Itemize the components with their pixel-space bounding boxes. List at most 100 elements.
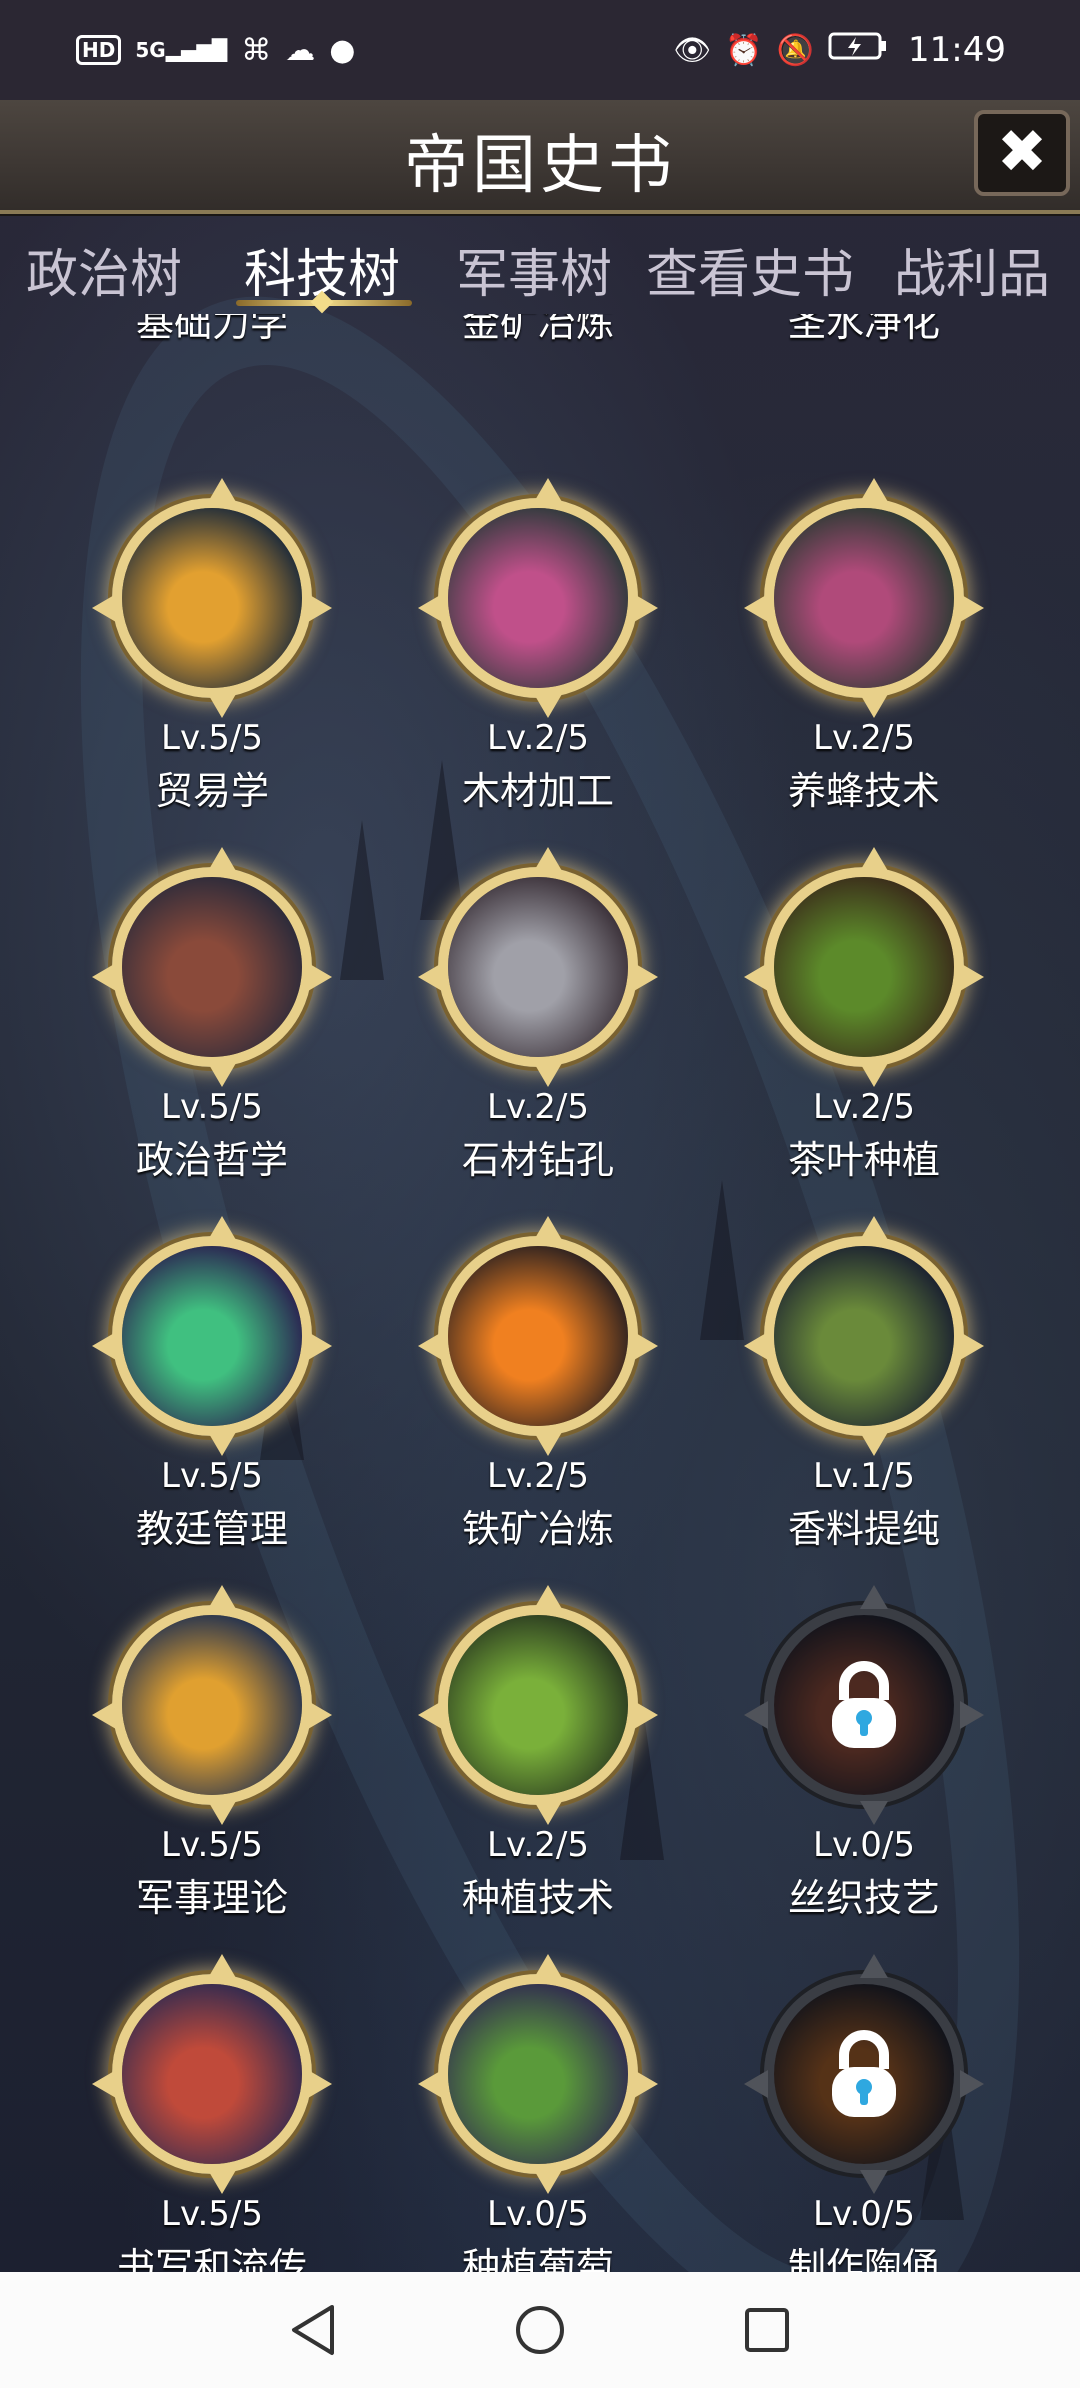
tech-name: 基础力学 xyxy=(135,314,288,345)
tech-artwork xyxy=(122,1984,302,2164)
tech-level: Lv.5/5 xyxy=(161,2194,263,2234)
tech-name: 书写和流传 xyxy=(116,2245,307,2272)
tech-medal[interactable] xyxy=(418,478,658,718)
tech-artwork xyxy=(448,508,628,688)
tech-node[interactable]: Lv.0/5 种植葡萄 xyxy=(418,1954,658,2272)
alarm-icon: ⏰ xyxy=(725,32,763,68)
tech-name: 木材加工 xyxy=(461,769,614,813)
tech-name: 贸易学 xyxy=(154,769,269,813)
tech-node[interactable]: Lv.2/5 养蜂技术 xyxy=(744,478,984,868)
tech-grid: Lv.5/5基础力学Lv.2/5金矿冶炼Lv.2/5圣水净化Lv.5/5贸易学L… xyxy=(0,314,1080,2272)
tech-medal[interactable] xyxy=(418,1585,658,1825)
tech-artwork xyxy=(448,1984,628,2164)
tech-medal[interactable] xyxy=(418,1954,658,2194)
tech-node[interactable]: Lv.2/5 种植技术 xyxy=(418,1585,658,1975)
tech-artwork xyxy=(122,508,302,688)
recents-square-icon[interactable] xyxy=(737,2300,797,2360)
tech-level: Lv.0/5 xyxy=(813,2194,915,2234)
tech-node[interactable]: Lv.2/5 木材加工 xyxy=(418,478,658,868)
tech-medal[interactable] xyxy=(744,847,984,1087)
tech-medal[interactable] xyxy=(744,1216,984,1456)
tech-artwork xyxy=(448,877,628,1057)
locked-tech-medal[interactable] xyxy=(744,1585,984,1825)
tech-level: Lv.2/5 xyxy=(487,718,589,758)
tech-node[interactable]: Lv.5/5 军事理论 xyxy=(92,1585,332,1975)
page-title: 帝国史书 xyxy=(404,129,676,203)
tech-name: 金矿冶炼 xyxy=(461,314,614,345)
tech-level: Lv.0/5 xyxy=(487,2194,589,2234)
tech-name: 种植葡萄 xyxy=(461,2245,614,2272)
tech-name: 丝织技艺 xyxy=(787,1876,940,1920)
tech-node[interactable]: Lv.5/5 政治哲学 xyxy=(92,847,332,1237)
tech-name: 铁矿冶炼 xyxy=(461,1507,614,1551)
tech-level: Lv.1/5 xyxy=(813,1456,915,1496)
tech-name: 养蜂技术 xyxy=(787,769,940,813)
tech-medal[interactable] xyxy=(92,1216,332,1456)
tech-node[interactable]: Lv.5/5基础力学 xyxy=(92,314,332,400)
title-header: 帝国史书 ✖ xyxy=(0,100,1080,214)
tech-artwork xyxy=(122,877,302,1057)
tech-level: Lv.5/5 xyxy=(161,1087,263,1127)
tech-medal[interactable] xyxy=(418,847,658,1087)
tech-node[interactable]: Lv.5/5 贸易学 xyxy=(92,478,332,868)
eye-icon: 👁 xyxy=(673,32,712,68)
tech-artwork xyxy=(448,1246,628,1426)
tab-military[interactable]: 军事树 xyxy=(456,232,612,307)
tech-node[interactable]: Lv.0/5 制作陶俑 xyxy=(744,1954,984,2272)
tech-artwork xyxy=(774,508,954,688)
tech-level: Lv.5/5 xyxy=(161,718,263,758)
5g-signal-icon: 5G▂▄▆█ xyxy=(135,38,228,62)
tech-name: 政治哲学 xyxy=(135,1138,288,1182)
tech-node[interactable]: Lv.5/5 教廷管理 xyxy=(92,1216,332,1606)
tab-spoils[interactable]: 战利品 xyxy=(894,232,1050,307)
wechat-icon: ☁ xyxy=(285,32,316,68)
tech-level: Lv.2/5 xyxy=(487,1456,589,1496)
close-button[interactable]: ✖ xyxy=(974,110,1070,196)
tech-node[interactable]: Lv.2/5 铁矿冶炼 xyxy=(418,1216,658,1606)
tech-medal[interactable] xyxy=(92,1585,332,1825)
back-triangle-icon[interactable] xyxy=(283,2300,343,2360)
locked-tech-medal[interactable] xyxy=(744,1954,984,2194)
tech-name: 圣水净化 xyxy=(787,314,940,345)
tech-node[interactable]: Lv.2/5 茶叶种植 xyxy=(744,847,984,1237)
system-nav-bar xyxy=(0,2272,1080,2388)
tech-level: Lv.2/5 xyxy=(813,718,915,758)
tech-level: Lv.0/5 xyxy=(813,1825,915,1865)
tech-name: 石材钻孔 xyxy=(461,1138,614,1182)
tech-artwork xyxy=(122,1246,302,1426)
tech-medal[interactable] xyxy=(744,478,984,718)
hd-badge: HD xyxy=(76,35,122,65)
tech-node[interactable]: Lv.2/5金矿冶炼 xyxy=(418,314,658,400)
tech-level: Lv.2/5 xyxy=(487,1087,589,1127)
padlock-icon xyxy=(832,1661,896,1748)
clock-time: 11:49 xyxy=(908,30,1006,70)
status-bar: HD 5G▂▄▆█ ⌘ ☁ ● 👁 ⏰ 🔕 11:49 xyxy=(0,0,1080,100)
tech-artwork xyxy=(122,1615,302,1795)
tech-artwork xyxy=(774,877,954,1057)
chat-icon: ● xyxy=(329,32,356,68)
tab-history-book[interactable]: 查看史书 xyxy=(646,232,854,307)
tech-medal[interactable] xyxy=(92,847,332,1087)
tech-level: Lv.2/5 xyxy=(487,1825,589,1865)
home-circle-icon[interactable] xyxy=(510,2300,570,2360)
tab-politics[interactable]: 政治树 xyxy=(26,232,182,307)
tech-node[interactable]: Lv.2/5 石材钻孔 xyxy=(418,847,658,1237)
padlock-icon xyxy=(832,2030,896,2117)
tech-name: 军事理论 xyxy=(135,1876,288,1920)
tech-node[interactable]: Lv.1/5 香料提纯 xyxy=(744,1216,984,1606)
app-icon: ⌘ xyxy=(241,32,272,68)
tech-name: 制作陶俑 xyxy=(787,2245,940,2272)
tech-node[interactable]: Lv.0/5 丝织技艺 xyxy=(744,1585,984,1975)
tech-node[interactable]: Lv.5/5 书写和流传 xyxy=(92,1954,332,2272)
tech-medal[interactable] xyxy=(418,1216,658,1456)
tech-level: Lv.5/5 xyxy=(161,1456,263,1496)
tech-medal[interactable] xyxy=(92,1954,332,2194)
tab-bar: 政治树 科技树 军事树 查看史书 战利品 xyxy=(0,214,1080,314)
tech-artwork xyxy=(448,1615,628,1795)
tech-name: 教廷管理 xyxy=(135,1507,288,1551)
tech-node[interactable]: Lv.2/5圣水净化 xyxy=(744,314,984,400)
tech-name: 香料提纯 xyxy=(787,1507,940,1551)
battery-charging-icon xyxy=(828,31,888,69)
tech-medal[interactable] xyxy=(92,478,332,718)
tech-name: 茶叶种植 xyxy=(787,1138,940,1182)
